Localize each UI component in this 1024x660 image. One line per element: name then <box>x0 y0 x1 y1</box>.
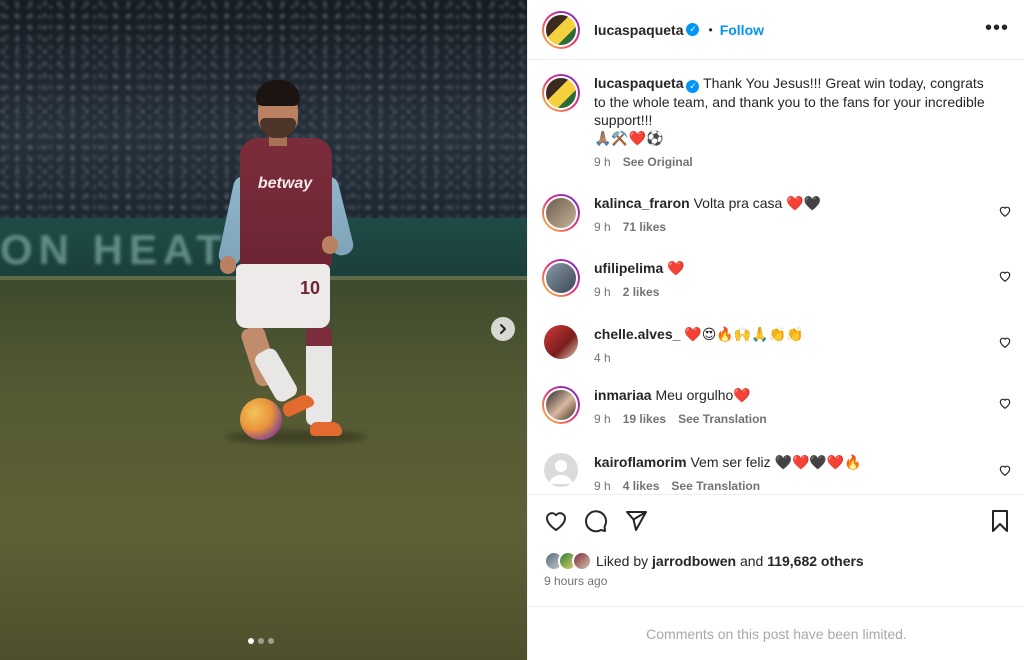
author-username[interactable]: lucaspaqueta <box>594 22 683 38</box>
next-photo-button[interactable] <box>491 317 515 341</box>
comment-like-heart-icon[interactable] <box>998 463 1012 477</box>
football <box>240 398 282 440</box>
comment-time: 9 h <box>594 285 611 299</box>
post-header: lucaspaqueta ✓ • Follow ••• <box>528 0 1024 60</box>
liked-by-conjunction: and <box>739 553 764 569</box>
commenter-avatar[interactable] <box>542 259 580 297</box>
carousel-dot <box>268 638 274 644</box>
caption: lucaspaqueta ✓ Thank You Jesus!!! Great w… <box>542 74 1012 169</box>
comments-limited-notice: Comments on this post have been limited. <box>528 606 1024 660</box>
comment-like-heart-icon[interactable] <box>998 269 1012 283</box>
carousel-dot <box>258 638 264 644</box>
player-shirt <box>240 138 332 268</box>
caption-username[interactable]: lucaspaqueta <box>594 75 683 91</box>
comment-time: 9 h <box>594 479 611 493</box>
comment-text: Vem ser feliz 🖤❤️🖤❤️🔥 <box>690 454 862 470</box>
comment-username[interactable]: kairoflamorim <box>594 454 687 470</box>
comment-item: kalinca_fraron Volta pra casa ❤️🖤 9 h 71… <box>542 194 1012 234</box>
caption-emojis: 🙏🏽⚒️❤️⚽ <box>594 129 664 146</box>
comment-time: 4 h <box>594 351 611 365</box>
comment-likes[interactable]: 4 likes <box>623 479 660 493</box>
shirt-sponsor: betway <box>257 175 313 192</box>
player-figure: betway 10 <box>216 78 360 448</box>
comments-list[interactable]: lucaspaqueta ✓ Thank You Jesus!!! Great w… <box>528 60 1024 494</box>
comment-time: 9 h <box>594 220 611 234</box>
liked-by-prefix: Liked by <box>596 553 649 569</box>
post-time-ago[interactable]: 9 hours ago <box>544 574 607 588</box>
verified-badge-icon: ✓ <box>686 23 700 36</box>
commenter-avatar[interactable] <box>544 325 578 359</box>
verified-badge-icon: ✓ <box>686 79 700 93</box>
comment-like-heart-icon[interactable] <box>998 335 1012 349</box>
comment-text: ❤️ <box>667 260 685 276</box>
share-paper-plane-icon[interactable] <box>624 509 648 533</box>
commenter-avatar[interactable] <box>544 453 578 487</box>
chevron-right-icon <box>500 324 506 334</box>
carousel-dot <box>248 638 254 644</box>
comment-item: ufilipelima ❤️ 9 h 2 likes <box>542 259 1012 299</box>
post-photo[interactable]: ON HEAT betway 10 <box>0 0 527 660</box>
follow-button[interactable]: Follow <box>720 22 764 38</box>
comment-text: Volta pra casa ❤️🖤 <box>693 195 822 211</box>
comment-like-heart-icon[interactable] <box>998 204 1012 218</box>
like-heart-icon[interactable] <box>544 509 568 533</box>
shirt-number: 10 <box>300 278 321 298</box>
comment-likes[interactable]: 19 likes <box>623 412 666 426</box>
comment-username[interactable]: inmariaa <box>594 387 652 403</box>
see-original-link[interactable]: See Original <box>623 155 693 169</box>
see-translation-link[interactable]: See Translation <box>678 412 767 426</box>
comment-item: chelle.alves_ ❤️😍🔥🙌🙏👏👏 4 h <box>542 325 1012 365</box>
comment-bubble-icon[interactable] <box>584 509 608 533</box>
see-translation-link[interactable]: See Translation <box>671 479 760 493</box>
commenter-avatar[interactable] <box>542 386 580 424</box>
comment-username[interactable]: chelle.alves_ <box>594 326 680 342</box>
advertising-board-text: ON HEAT <box>0 226 228 273</box>
comment-text: Meu orgulho❤️ <box>655 387 751 403</box>
comment-item: inmariaa Meu orgulho❤️ 9 h 19 likes See … <box>542 386 1012 426</box>
likes-summary: Liked by jarrodbowen and 119,682 others <box>544 551 864 571</box>
author-avatar[interactable] <box>542 10 580 49</box>
commenter-avatar[interactable] <box>542 194 580 232</box>
carousel-indicator <box>248 638 274 644</box>
default-avatar-icon <box>549 460 573 484</box>
comment-item: kairoflamorim Vem ser feliz 🖤❤️🖤❤️🔥 9 h … <box>542 453 1012 493</box>
save-bookmark-icon[interactable] <box>988 509 1012 533</box>
comment-time: 9 h <box>594 412 611 426</box>
comment-text: ❤️😍🔥🙌🙏👏👏 <box>684 326 804 342</box>
comment-username[interactable]: kalinca_fraron <box>594 195 690 211</box>
comment-like-heart-icon[interactable] <box>998 396 1012 410</box>
separator-dot: • <box>708 22 713 37</box>
liker-avatar <box>572 551 592 571</box>
liked-by-others[interactable]: 119,682 others <box>767 553 864 569</box>
more-options-icon[interactable]: ••• <box>985 18 1009 38</box>
liker-avatars <box>544 551 592 571</box>
caption-time: 9 h <box>594 154 611 169</box>
liked-by-user[interactable]: jarrodbowen <box>652 553 736 569</box>
comment-username[interactable]: ufilipelima <box>594 260 663 276</box>
comment-likes[interactable]: 2 likes <box>623 285 660 299</box>
author-avatar[interactable] <box>542 74 580 112</box>
comment-likes[interactable]: 71 likes <box>623 220 666 234</box>
post-side-panel: lucaspaqueta ✓ • Follow ••• lucaspaqueta… <box>527 0 1024 660</box>
